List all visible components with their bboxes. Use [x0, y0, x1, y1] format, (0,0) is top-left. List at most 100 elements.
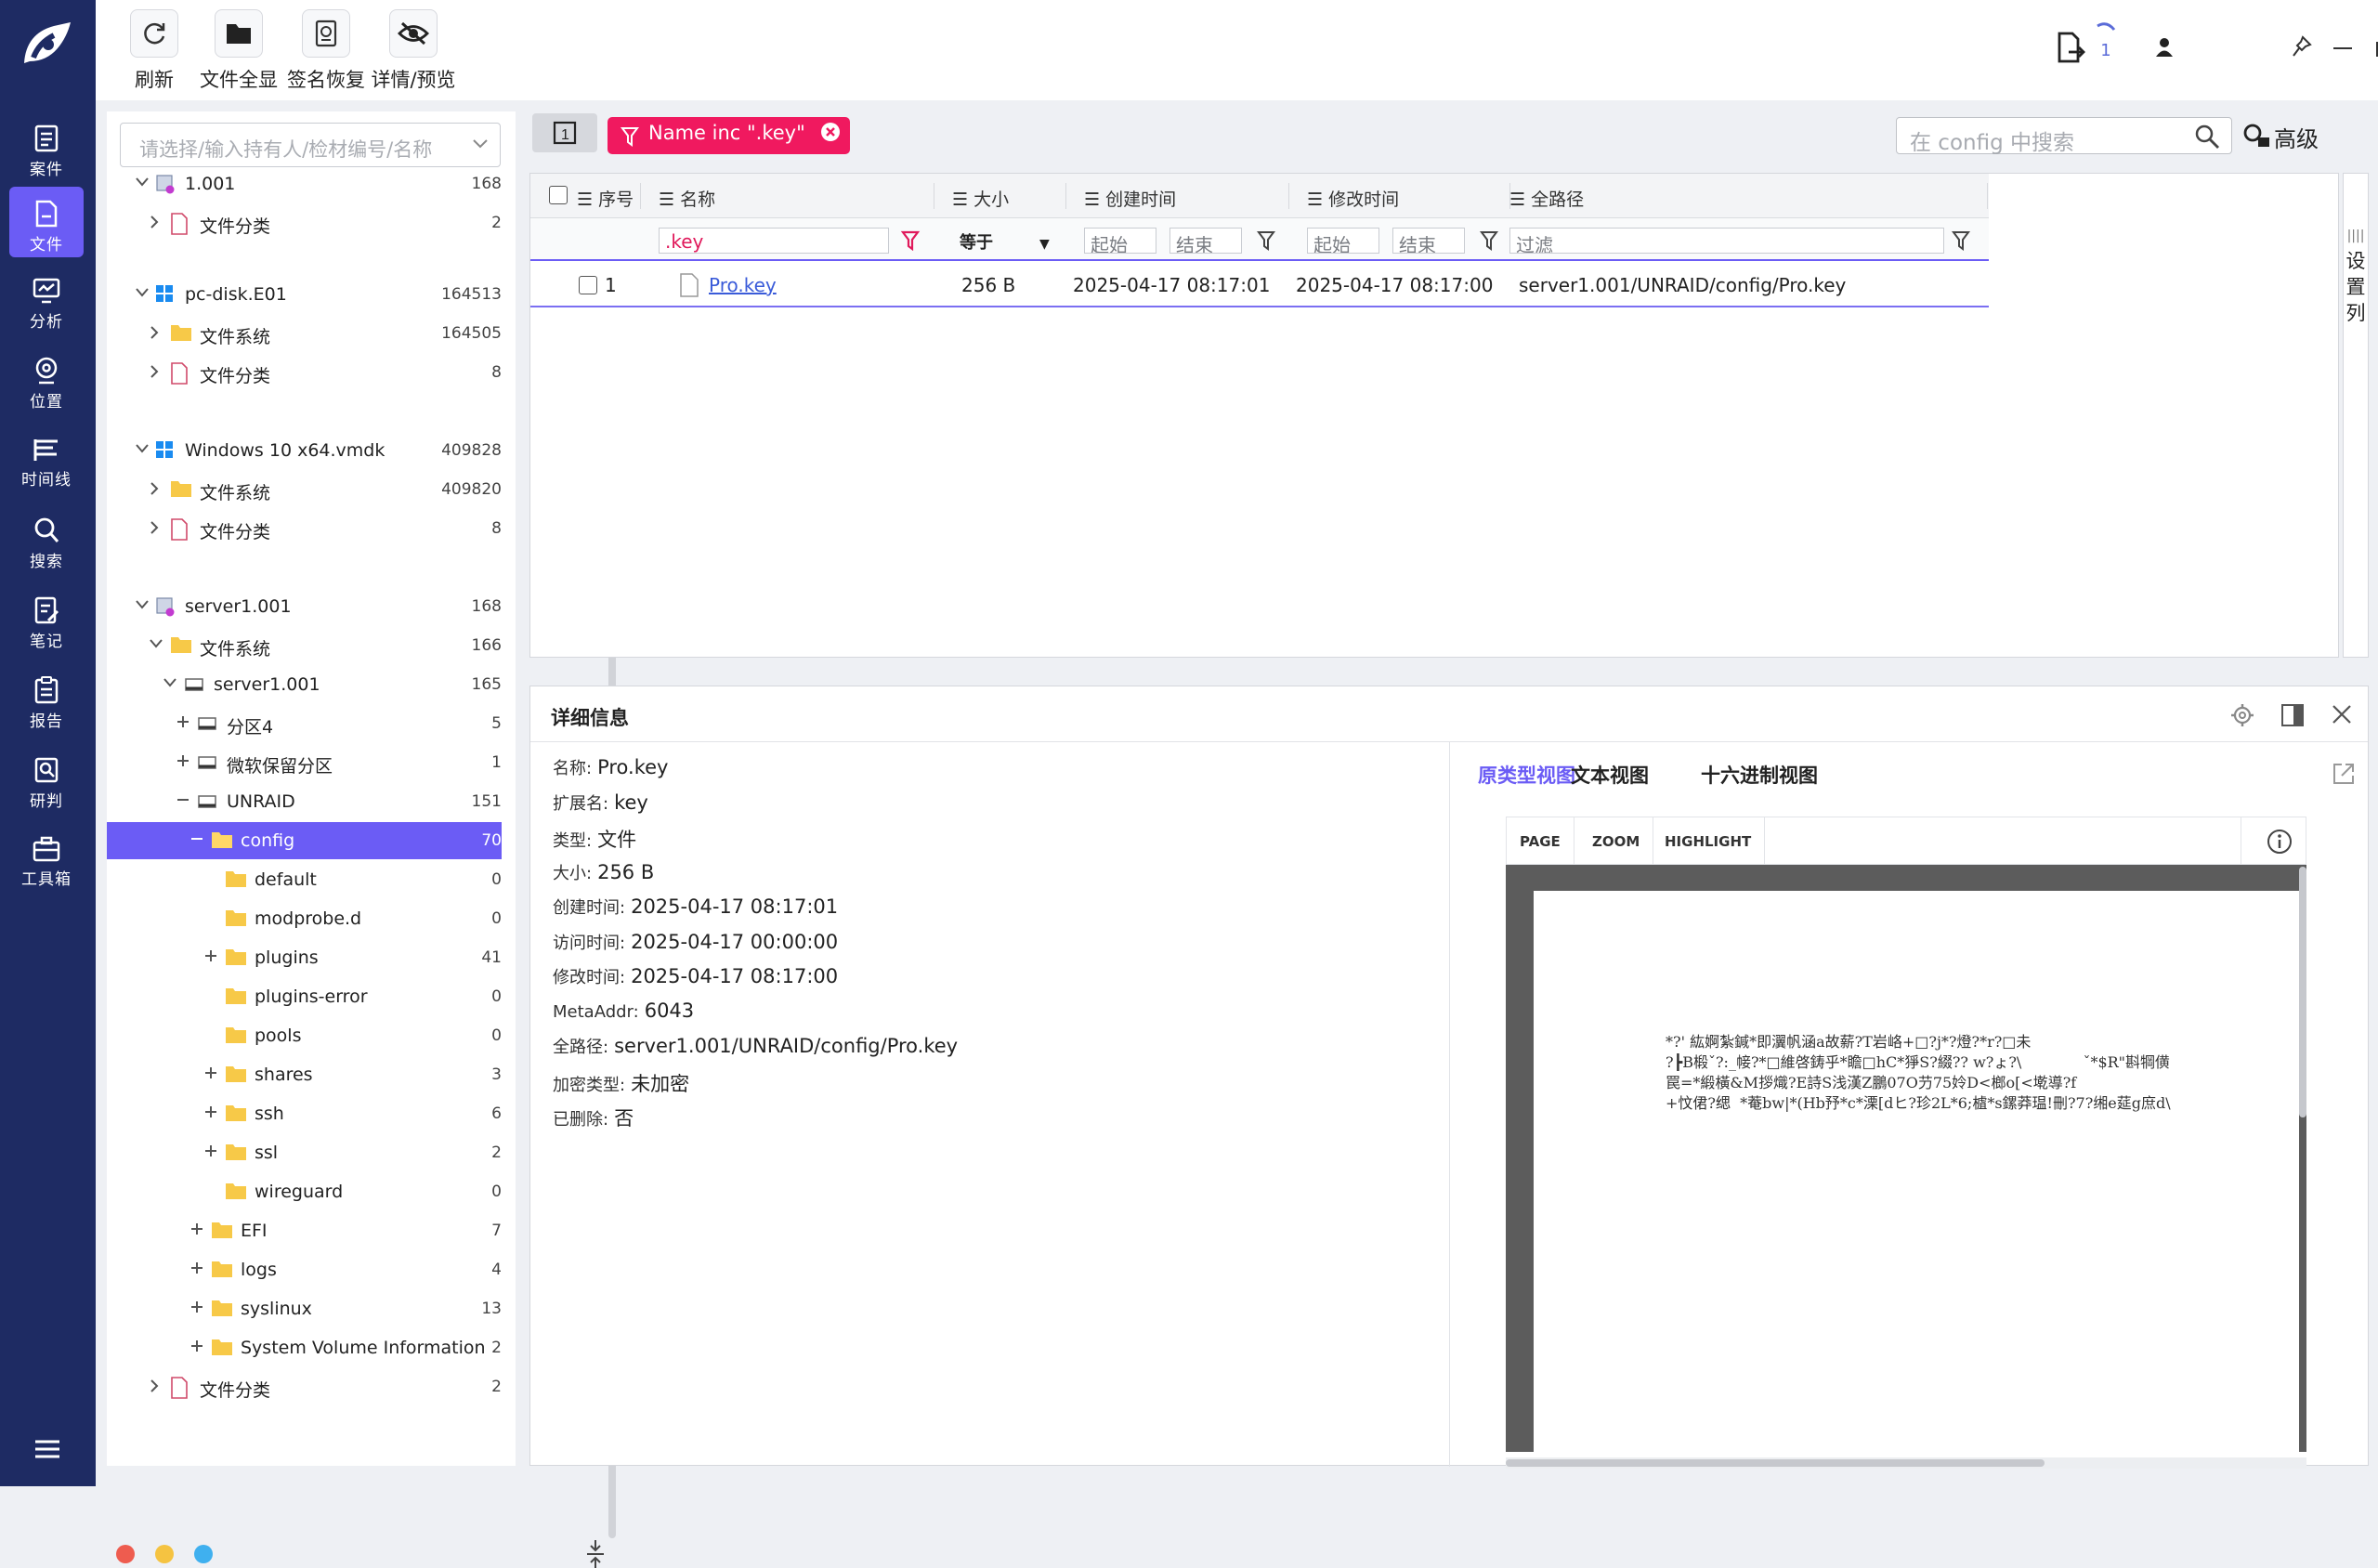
tree-toggle-icon[interactable] [176, 793, 189, 806]
tree-node[interactable]: default 0 [107, 861, 502, 898]
search-icon[interactable] [2194, 124, 2220, 150]
user-icon[interactable] [2155, 37, 2174, 58]
tree-toggle-icon[interactable] [190, 1300, 203, 1313]
tree-toggle-icon[interactable] [149, 364, 160, 379]
pin-icon[interactable] [2292, 35, 2312, 58]
tab-hex-view[interactable]: 十六进制视图 [1701, 761, 1818, 789]
column-header-modified[interactable]: ☰ 修改时间 [1307, 186, 1399, 211]
tree-node[interactable]: 文件系统 164505 [107, 315, 502, 352]
column-header-created[interactable]: ☰ 创建时间 [1084, 186, 1176, 211]
tree-toggle-icon[interactable] [135, 442, 150, 455]
close-icon[interactable] [2331, 703, 2353, 725]
file-name-link[interactable]: Pro.key [709, 274, 777, 296]
tree-node[interactable]: 文件分类 2 [107, 1368, 502, 1405]
tree-toggle-icon[interactable] [204, 1144, 217, 1157]
column-header-no[interactable]: ☰ 序号 [577, 186, 634, 211]
column-header-path[interactable]: ☰ 全路径 [1509, 186, 1584, 211]
tree-toggle-icon[interactable] [149, 637, 163, 650]
tree-node[interactable]: ssl 2 [107, 1134, 502, 1171]
column-header-size[interactable]: ☰ 大小 [952, 186, 1009, 211]
nav-item-toolbox[interactable]: 工具箱 [9, 823, 84, 894]
created-start-input[interactable]: 起始 [1084, 228, 1156, 254]
tree-toggle-icon[interactable] [176, 715, 189, 728]
document-viewer[interactable]: *?' 紘婀紮鍼*即瀷帆涵a故薪?T岩峈+□?j*?燈?*r?□未 ?┣B椴ˇ?:… [1506, 865, 2306, 1452]
status-dot-yellow[interactable] [155, 1545, 174, 1563]
open-external-icon[interactable] [2331, 761, 2357, 787]
tree-node[interactable]: server1.001 165 [107, 666, 502, 703]
nav-item-file[interactable]: 文件 [9, 187, 84, 257]
menu-icon[interactable] [33, 1438, 61, 1460]
tree-node[interactable]: 文件系统 166 [107, 627, 502, 664]
tree-toggle-icon[interactable] [135, 598, 150, 611]
tree-node[interactable]: 文件分类 8 [107, 510, 502, 547]
column-settings-button[interactable]: |||| 设置列 [2343, 173, 2369, 658]
tree-node[interactable]: 微软保留分区 1 [107, 744, 502, 781]
tab-native-view[interactable]: 原类型视图 [1478, 761, 1575, 789]
tree-node[interactable]: server1.001 168 [107, 588, 502, 625]
size-operator-select[interactable]: 等于 ▼ [960, 229, 1050, 254]
nav-item-case[interactable]: 案件 [9, 111, 84, 182]
tree-toggle-icon[interactable] [176, 754, 189, 767]
tree-node[interactable]: 文件分类 2 [107, 204, 502, 242]
tree-node[interactable]: 1.001 168 [107, 165, 502, 203]
tab-text-view[interactable]: 文本视图 [1571, 761, 1649, 789]
filter-icon[interactable] [1257, 230, 1275, 251]
tree-node[interactable]: 分区4 5 [107, 705, 502, 742]
tree-node[interactable]: EFI 7 [107, 1212, 502, 1249]
info-icon[interactable] [2267, 829, 2293, 855]
tree-toggle-icon[interactable] [204, 949, 217, 962]
modified-start-input[interactable]: 起始 [1307, 228, 1379, 254]
tree-toggle-icon[interactable] [204, 1066, 217, 1079]
tree-toggle-icon[interactable] [204, 1105, 217, 1118]
tree-toggle-icon[interactable] [190, 1339, 203, 1352]
nav-item-report[interactable]: 报告 [9, 663, 84, 734]
split-panel-icon[interactable] [2280, 703, 2305, 727]
status-dot-blue[interactable] [194, 1545, 213, 1563]
tree-node[interactable]: wireguard 0 [107, 1173, 502, 1210]
advanced-search-button[interactable]: 高级 [2243, 121, 2319, 153]
page-toggle-button[interactable]: 1 [532, 113, 597, 152]
tree-node[interactable]: logs 4 [107, 1251, 502, 1288]
column-header-name[interactable]: ☰ 名称 [659, 186, 715, 211]
viewer-vertical-scrollbar[interactable] [2299, 867, 2306, 1117]
tree-toggle-icon[interactable] [149, 215, 160, 229]
nav-item-analysis[interactable]: 分析 [9, 264, 84, 334]
select-all-checkbox[interactable] [549, 186, 568, 204]
active-filter-chip[interactable]: Name inc ".key" [608, 117, 851, 154]
viewer-horizontal-scrollbar[interactable] [1506, 1457, 2306, 1469]
tree-node[interactable]: pc-disk.E01 164513 [107, 276, 502, 313]
tree-toggle-icon[interactable] [135, 286, 150, 299]
status-dot-red[interactable] [116, 1545, 135, 1563]
nav-item-timeline[interactable]: 时间线 [9, 424, 84, 494]
remove-filter-icon[interactable] [820, 122, 841, 142]
export-icon[interactable] [2056, 32, 2085, 63]
filter-icon[interactable] [1480, 230, 1498, 251]
tree-toggle-icon[interactable] [135, 176, 150, 189]
tree-toggle-icon[interactable] [149, 481, 160, 496]
viewer-zoom-button[interactable]: ZOOM [1579, 817, 1654, 866]
nav-item-judge[interactable]: 研判 [9, 743, 84, 814]
nav-item-search[interactable]: 搜索 [9, 503, 84, 574]
table-row[interactable]: 1 Pro.key 256 B 2025-04-17 08:17:01 2025… [530, 263, 1989, 307]
collapse-all-icon[interactable] [585, 1540, 606, 1568]
tree-node[interactable]: System Volume Information 2 [107, 1329, 502, 1366]
path-filter-input[interactable]: 过滤 [1509, 228, 1944, 254]
gear-icon[interactable] [2230, 703, 2254, 727]
tree-node[interactable]: 文件分类 8 [107, 354, 502, 391]
tree-toggle-icon[interactable] [149, 1379, 160, 1393]
nav-item-location[interactable]: 位置 [9, 344, 84, 414]
tree-node[interactable]: 文件系统 409820 [107, 471, 502, 508]
filter-icon[interactable] [1952, 230, 1970, 251]
folder-search-input[interactable]: 在 config 中搜索 [1896, 117, 2232, 155]
tree-node[interactable]: config 70 [107, 822, 502, 859]
tree-node[interactable]: Windows 10 x64.vmdk 409828 [107, 432, 502, 469]
tree-toggle-icon[interactable] [190, 832, 203, 845]
evidence-select[interactable]: 请选择/输入持有人/检材编号/名称 [120, 123, 501, 167]
tree-node[interactable]: ssh 6 [107, 1095, 502, 1132]
task-progress[interactable]: 1 [2077, 22, 2135, 60]
tree-node[interactable]: syslinux 13 [107, 1290, 502, 1327]
tree-node[interactable]: plugins-error 0 [107, 978, 502, 1015]
tree-toggle-icon[interactable] [190, 1261, 203, 1274]
row-checkbox[interactable] [579, 276, 597, 294]
filter-red-icon[interactable] [900, 230, 921, 251]
